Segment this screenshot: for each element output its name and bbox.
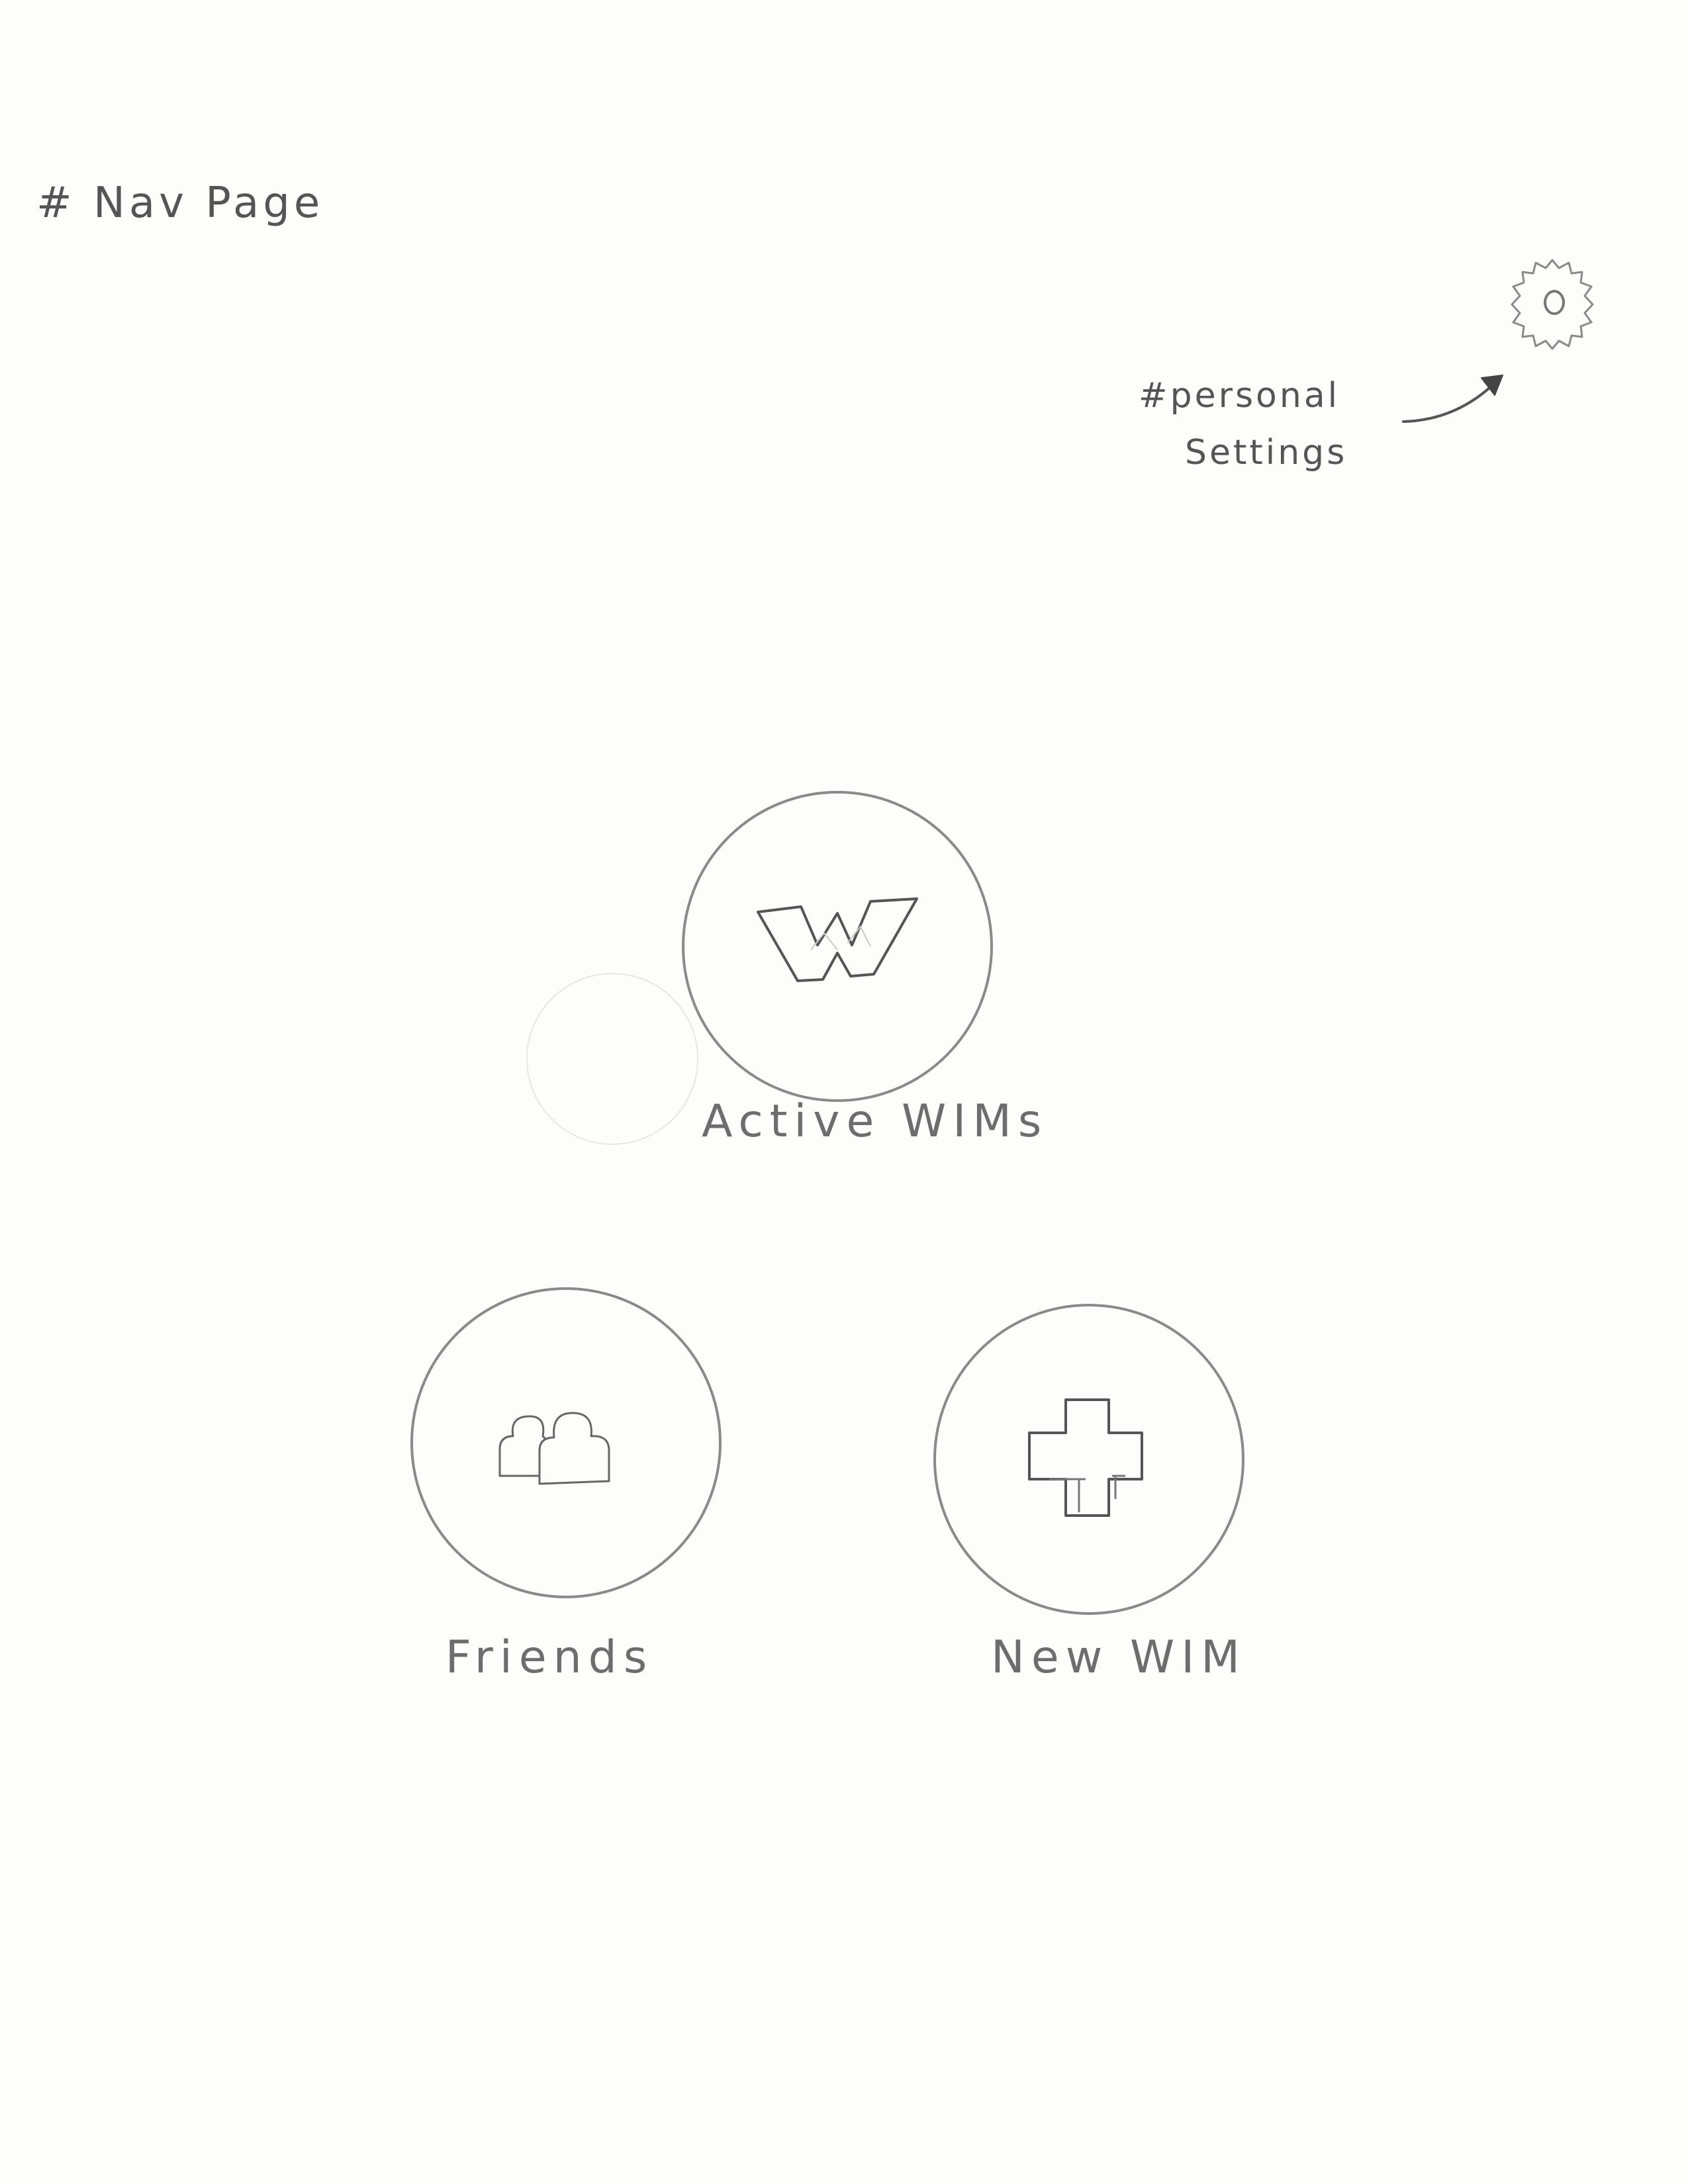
settings-annotation-line1: #personal: [1139, 376, 1340, 416]
active-wims-button[interactable]: [682, 791, 993, 1102]
arrow-icon: [1402, 375, 1503, 423]
plus-icon: [1028, 1398, 1143, 1517]
friends-icon: [498, 1412, 610, 1485]
friends-button[interactable]: [410, 1287, 722, 1598]
erased-sketch-mark: [526, 973, 698, 1145]
new-wim-button[interactable]: [933, 1304, 1244, 1615]
page-title: # Nav Page: [36, 179, 324, 228]
gear-icon: [1511, 259, 1594, 350]
active-wims-label: Active WIMs: [702, 1095, 1049, 1148]
personal-settings-button[interactable]: [1496, 248, 1609, 361]
settings-annotation: #personal Settings: [1139, 367, 1347, 481]
friends-label: Friends: [445, 1631, 654, 1684]
settings-annotation-line2: Settings: [1185, 433, 1348, 473]
new-wim-label: New WIM: [991, 1631, 1246, 1684]
w-logo-icon: [757, 897, 918, 982]
